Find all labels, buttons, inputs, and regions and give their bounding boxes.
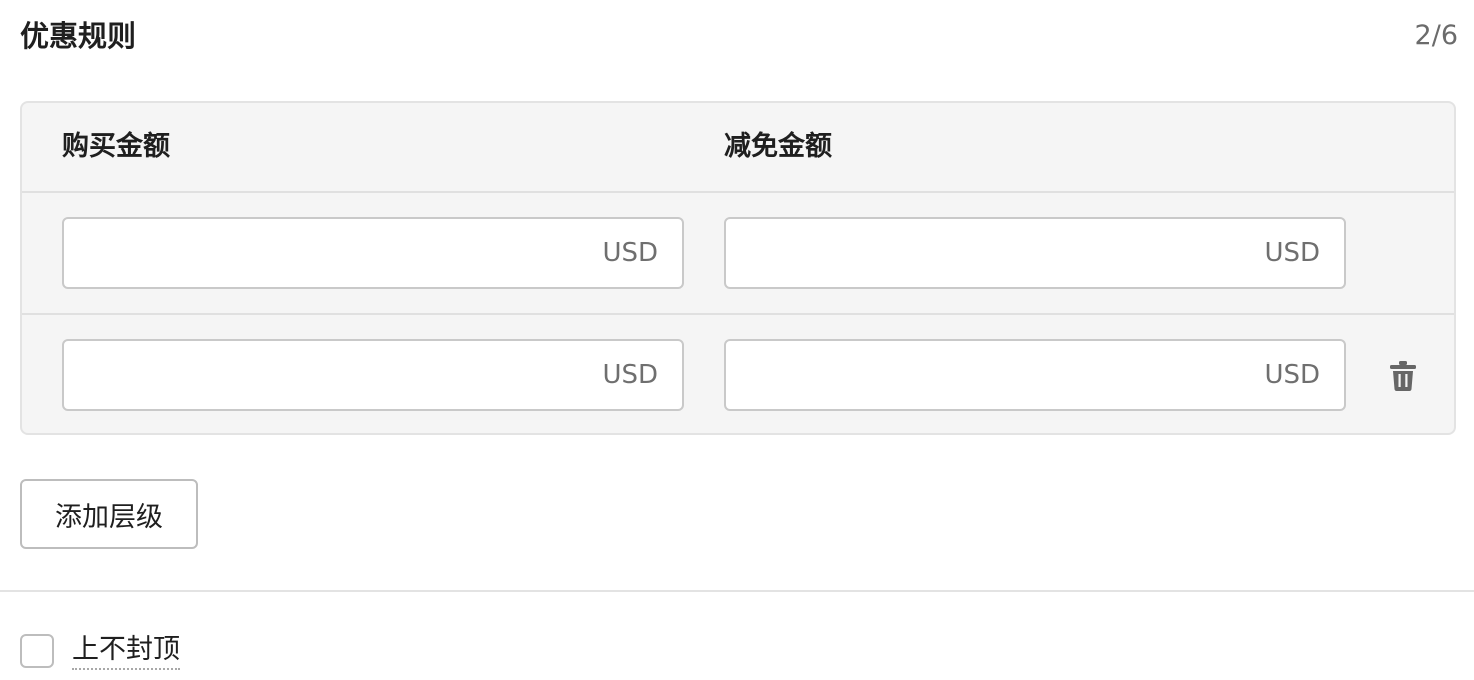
discount-amount-field[interactable]: USD xyxy=(724,339,1346,411)
tier-row: USD USD xyxy=(22,315,1454,433)
section-divider xyxy=(0,590,1474,592)
purchase-amount-header: 购买金额 xyxy=(62,131,170,162)
rules-table-header: 购买金额 减免金额 xyxy=(22,103,1454,193)
purchase-amount-field[interactable]: USD xyxy=(62,339,684,411)
currency-suffix: USD xyxy=(602,360,658,390)
add-tier-button[interactable]: 添加层级 xyxy=(20,479,198,549)
section-title: 优惠规则 xyxy=(20,19,137,53)
discount-amount-header: 减免金额 xyxy=(724,131,832,162)
currency-suffix: USD xyxy=(602,238,658,268)
purchase-amount-input[interactable] xyxy=(64,341,564,409)
discount-amount-input[interactable] xyxy=(726,219,1226,287)
purchase-amount-input[interactable] xyxy=(64,219,564,287)
tier-row: USD USD xyxy=(22,193,1454,315)
discount-amount-field[interactable]: USD xyxy=(724,217,1346,289)
currency-suffix: USD xyxy=(1264,238,1320,268)
no-cap-label[interactable]: 上不封顶 xyxy=(72,632,180,670)
no-cap-checkbox[interactable] xyxy=(20,634,54,668)
rules-panel: 购买金额 减免金额 USD USD USD USD xyxy=(20,101,1456,435)
trash-icon xyxy=(1390,361,1416,391)
currency-suffix: USD xyxy=(1264,360,1320,390)
delete-tier-button[interactable] xyxy=(1382,355,1424,397)
tier-count: 2/6 xyxy=(1414,20,1458,51)
discount-amount-input[interactable] xyxy=(726,341,1226,409)
purchase-amount-field[interactable]: USD xyxy=(62,217,684,289)
